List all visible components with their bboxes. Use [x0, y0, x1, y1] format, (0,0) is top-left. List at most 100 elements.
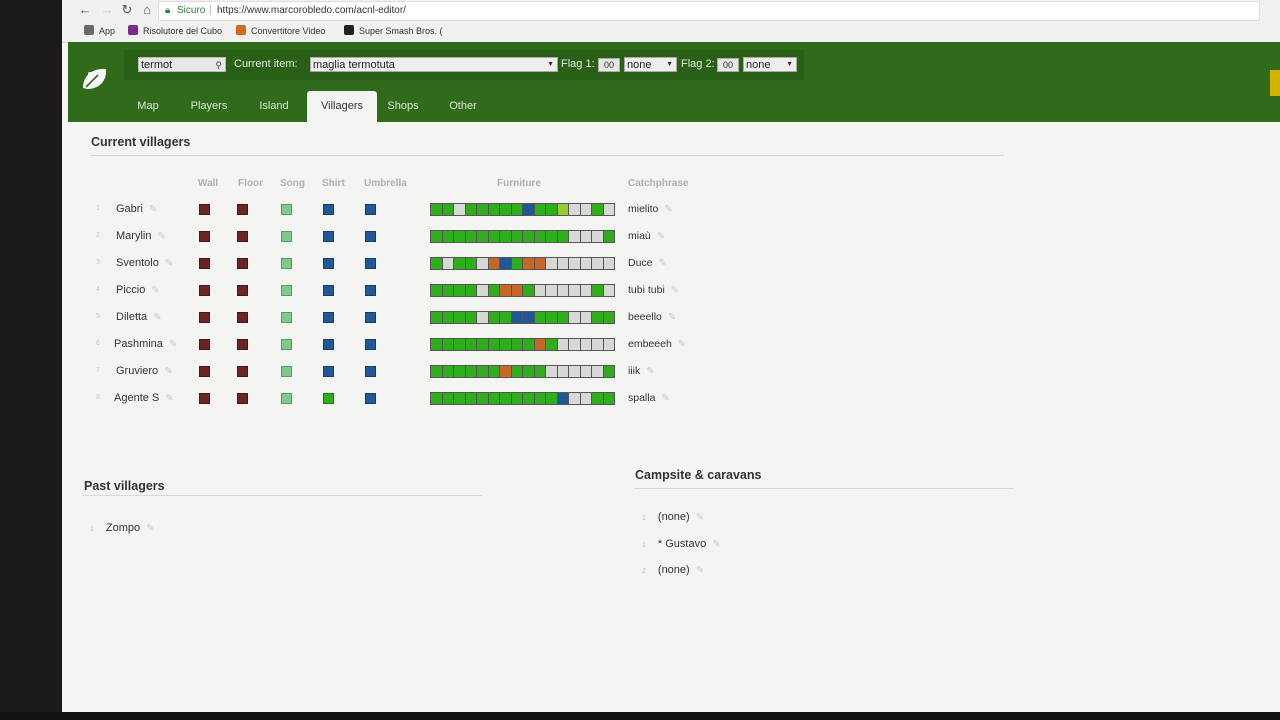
shirt-swatch[interactable]: [323, 393, 334, 404]
furniture-slot[interactable]: [592, 393, 603, 404]
edit-pencil-icon[interactable]: ✎: [165, 258, 173, 269]
edit-pencil-icon[interactable]: ✎: [169, 339, 177, 350]
floor-swatch[interactable]: [237, 312, 248, 323]
furniture-slot[interactable]: [511, 393, 522, 404]
flag1-select[interactable]: none ▼: [624, 57, 677, 72]
furniture-slot[interactable]: [546, 393, 557, 404]
furniture-slot[interactable]: [557, 258, 568, 269]
furniture-slot[interactable]: [500, 231, 511, 242]
furniture-slot[interactable]: [534, 231, 545, 242]
furniture-slot[interactable]: [534, 204, 545, 215]
edit-pencil-icon[interactable]: ✎: [671, 285, 679, 296]
umbrella-swatch[interactable]: [365, 285, 376, 296]
furniture-slot[interactable]: [511, 285, 522, 296]
furniture-slot[interactable]: [603, 204, 614, 215]
reload-icon[interactable]: ↻: [118, 2, 136, 18]
furniture-slot[interactable]: [488, 285, 499, 296]
furniture-slot[interactable]: [546, 258, 557, 269]
song-swatch[interactable]: [281, 258, 292, 269]
furniture-slot[interactable]: [488, 393, 499, 404]
furniture-slot[interactable]: [477, 285, 488, 296]
furniture-slot[interactable]: [534, 393, 545, 404]
furniture-slot[interactable]: [603, 366, 614, 377]
furniture-slot[interactable]: [511, 312, 522, 323]
furniture-slot[interactable]: [592, 366, 603, 377]
furniture-slot[interactable]: [557, 339, 568, 350]
back-icon[interactable]: ←: [76, 2, 94, 17]
floor-swatch[interactable]: [237, 393, 248, 404]
song-swatch[interactable]: [281, 339, 292, 350]
furniture-slot[interactable]: [557, 312, 568, 323]
furniture-slot[interactable]: [557, 366, 568, 377]
catchphrase[interactable]: iiik ✎: [628, 365, 655, 377]
furniture-slot[interactable]: [500, 258, 511, 269]
furniture-slot[interactable]: [569, 339, 580, 350]
furniture-slot[interactable]: [569, 393, 580, 404]
search-input[interactable]: termot ⚲: [138, 57, 226, 72]
edit-pencil-icon[interactable]: ✎: [165, 393, 173, 404]
tab-shops[interactable]: Shops: [377, 91, 429, 122]
furniture-slot[interactable]: [500, 285, 511, 296]
shirt-swatch[interactable]: [323, 339, 334, 350]
furniture-slot[interactable]: [523, 393, 534, 404]
furniture-slot[interactable]: [523, 312, 534, 323]
furniture-slot[interactable]: [569, 285, 580, 296]
furniture-slot[interactable]: [431, 231, 442, 242]
shirt-swatch[interactable]: [323, 204, 334, 215]
furniture-slot[interactable]: [431, 366, 442, 377]
furniture-slot[interactable]: [500, 366, 511, 377]
furniture-slot[interactable]: [465, 285, 476, 296]
villager-name[interactable]: Pashmina ✎: [114, 338, 177, 350]
furniture-slot[interactable]: [523, 366, 534, 377]
edit-pencil-icon[interactable]: ✎: [157, 231, 165, 242]
bookmark-item[interactable]: Super Smash Bros. (: [344, 24, 443, 38]
furniture-slot[interactable]: [431, 339, 442, 350]
furniture-slot[interactable]: [580, 393, 591, 404]
furniture-slot[interactable]: [603, 285, 614, 296]
villager-name[interactable]: Marylin ✎: [116, 230, 166, 242]
floor-swatch[interactable]: [237, 258, 248, 269]
wall-swatch[interactable]: [199, 258, 210, 269]
furniture-slot[interactable]: [569, 258, 580, 269]
flag1-value-input[interactable]: 00: [598, 58, 620, 72]
address-bar[interactable]: 🔒︎ Sicuro | https://www.marcorobledo.com…: [158, 1, 1260, 21]
furniture-slot[interactable]: [523, 204, 534, 215]
furniture-slot[interactable]: [592, 258, 603, 269]
furniture-slot[interactable]: [454, 312, 465, 323]
tab-other[interactable]: Other: [438, 91, 488, 122]
song-swatch[interactable]: [281, 285, 292, 296]
catchphrase[interactable]: beeello ✎: [628, 311, 676, 323]
wall-swatch[interactable]: [199, 393, 210, 404]
villager-name[interactable]: Sventolo ✎: [116, 257, 173, 269]
edit-pencil-icon[interactable]: ✎: [149, 204, 157, 215]
furniture-slot[interactable]: [454, 231, 465, 242]
furniture-slot[interactable]: [500, 204, 511, 215]
shirt-swatch[interactable]: [323, 231, 334, 242]
furniture-slot[interactable]: [569, 312, 580, 323]
catchphrase[interactable]: embeeeh ✎: [628, 338, 686, 350]
furniture-slot[interactable]: [580, 231, 591, 242]
edit-pencil-icon[interactable]: ✎: [164, 366, 172, 377]
villager-name[interactable]: Agente S ✎: [114, 392, 174, 404]
furniture-slot[interactable]: [488, 204, 499, 215]
furniture-slot[interactable]: [534, 312, 545, 323]
furniture-slot[interactable]: [477, 258, 488, 269]
furniture-slot[interactable]: [431, 204, 442, 215]
furniture-slot[interactable]: [546, 312, 557, 323]
campsite-item[interactable]: 1 (none) ✎: [642, 511, 704, 523]
furniture-slot[interactable]: [534, 258, 545, 269]
tab-map[interactable]: Map: [128, 91, 168, 122]
wall-swatch[interactable]: [199, 231, 210, 242]
furniture-slot[interactable]: [488, 339, 499, 350]
furniture-slot[interactable]: [442, 258, 453, 269]
catchphrase[interactable]: mielito ✎: [628, 203, 673, 215]
furniture-slot[interactable]: [454, 204, 465, 215]
umbrella-swatch[interactable]: [365, 231, 376, 242]
furniture-slot[interactable]: [431, 312, 442, 323]
furniture-slot[interactable]: [511, 231, 522, 242]
furniture-slot[interactable]: [465, 231, 476, 242]
furniture-slot[interactable]: [603, 258, 614, 269]
furniture-slot[interactable]: [477, 312, 488, 323]
catchphrase[interactable]: tubi tubi ✎: [628, 284, 679, 296]
furniture-slot[interactable]: [465, 258, 476, 269]
